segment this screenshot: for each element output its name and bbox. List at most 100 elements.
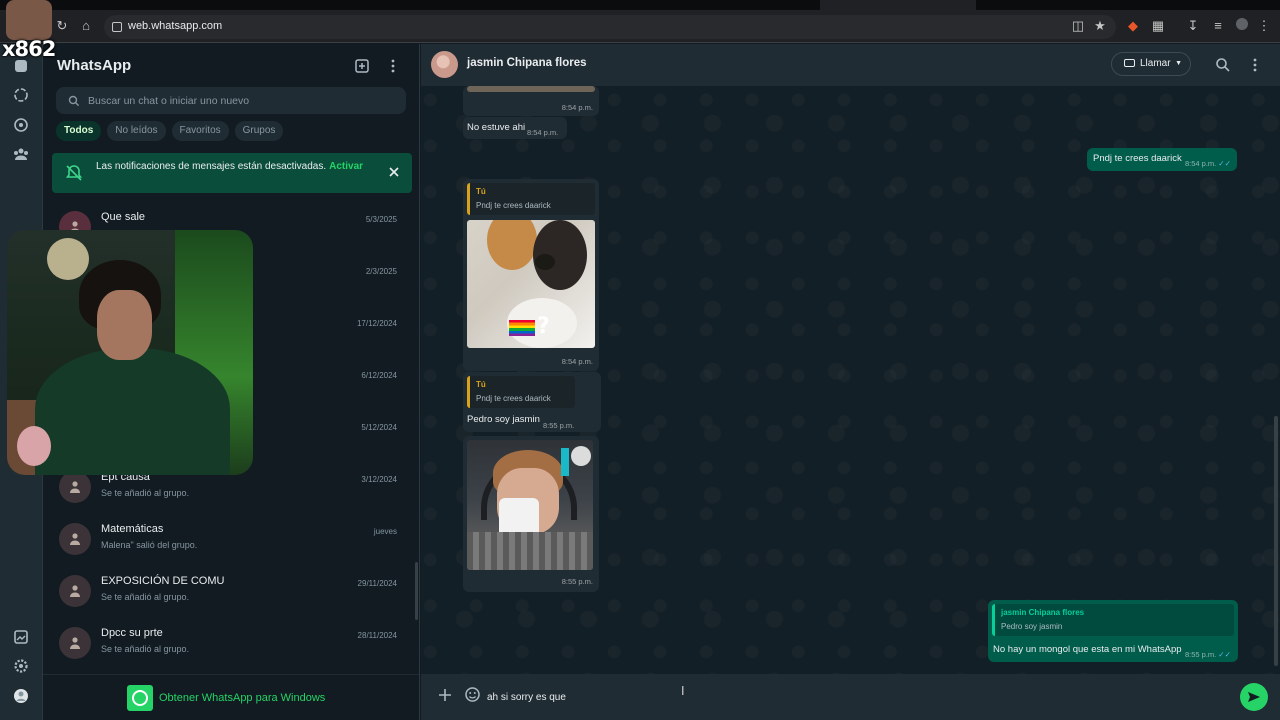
call-label: Llamar (1140, 58, 1171, 69)
webcam-person-body (35, 348, 230, 475)
profile-avatar[interactable] (12, 687, 30, 705)
browser-menu-icon[interactable]: ⋮ (1256, 18, 1272, 34)
download-icon[interactable]: ↧ (1185, 18, 1201, 34)
quoted-message[interactable]: jasmin Chipana flores Pedro soy jasmin (992, 604, 1234, 636)
conversation-scrollbar[interactable] (1274, 416, 1278, 666)
message-time: 8:55 p.m. (543, 421, 575, 430)
conversation-header[interactable]: jasmin Chipana flores Llamar ▼ (421, 44, 1280, 86)
address-bar[interactable]: web.whatsapp.com (104, 15, 1116, 39)
settings-gear-icon[interactable] (12, 657, 30, 675)
quoted-message[interactable]: Tú Pndj te crees daarick (467, 183, 595, 215)
notifications-off-banner: Las notificaciones de mensajes están des… (52, 153, 412, 193)
emoji-sticker-icon[interactable] (464, 686, 481, 703)
media-control-icon[interactable]: ≡ (1210, 18, 1226, 34)
filter-groups[interactable]: Grupos (234, 121, 284, 141)
message-incoming[interactable]: Tú Pndj te crees daarick Pedro soy jasmi… (463, 372, 601, 432)
new-chat-icon[interactable] (354, 58, 370, 74)
attach-plus-icon[interactable] (438, 688, 452, 702)
extension-icon[interactable]: ◆ (1125, 18, 1141, 34)
app-title: WhatsApp (57, 57, 132, 74)
message-incoming-image[interactable]: 8:55 p.m. (463, 436, 599, 592)
group-avatar (59, 575, 91, 607)
rainbow-flag-icon (509, 320, 535, 336)
filter-unread[interactable]: No leídos (107, 121, 166, 141)
browser-tab[interactable] (510, 0, 660, 10)
menu-kebab-icon[interactable] (385, 58, 401, 74)
shared-image[interactable] (467, 86, 595, 92)
activate-link[interactable]: Activar (329, 161, 363, 172)
chat-item[interactable]: Matemáticas Malena" salió del grupo. jue… (43, 513, 413, 565)
group-icon (67, 532, 83, 546)
browser-tab[interactable] (660, 0, 820, 10)
streamer-label: x862 (2, 37, 56, 61)
contact-name[interactable]: jasmin Chipana flores (467, 57, 587, 69)
chat-date: jueves (373, 527, 397, 536)
shared-image-cat[interactable]: ? (467, 220, 595, 348)
message-area[interactable]: 8:54 p.m. No estuve ahi 8:54 p.m. Pndj t… (421, 86, 1280, 674)
quoted-text: Pndj te crees daarick (476, 394, 551, 403)
webcam-overlay (7, 230, 253, 475)
group-icon (67, 636, 83, 650)
group-avatar (59, 523, 91, 555)
conversation-panel: jasmin Chipana flores Llamar ▼ 8:54 p.m.… (421, 44, 1280, 720)
extensions-puzzle-icon[interactable]: ▦ (1150, 18, 1166, 34)
shared-image-person[interactable] (467, 440, 593, 570)
quoted-author: Tú (476, 187, 486, 196)
browser-tab[interactable] (210, 0, 360, 10)
streamer-tag: x862 (0, 0, 58, 62)
get-app-banner[interactable]: Obtener WhatsApp para Windows (43, 674, 419, 720)
message-time: 8:54 p.m. (527, 128, 559, 137)
search-input[interactable] (88, 87, 388, 114)
quoted-message[interactable]: Tú Pndj te crees daarick (467, 376, 575, 408)
search-icon[interactable] (1215, 57, 1231, 73)
quoted-text: Pndj te crees daarick (476, 201, 551, 210)
quoted-text: Pedro soy jasmin (1001, 622, 1063, 631)
send-button[interactable] (1240, 683, 1268, 711)
chat-item[interactable]: Dpcc su prte Se te añadió al grupo. 28/1… (43, 617, 413, 669)
call-button[interactable]: Llamar ▼ (1111, 52, 1191, 76)
message-input[interactable] (487, 683, 1227, 711)
message-incoming-image[interactable]: 8:54 p.m. (463, 86, 599, 116)
webcam-sticker (17, 426, 51, 466)
install-app-icon[interactable]: ◫ (1070, 18, 1086, 34)
chat-preview: Se te añadió al grupo. (101, 644, 190, 654)
notice-text-line: Las notificaciones de mensajes están des… (96, 161, 363, 172)
get-app-link[interactable]: Obtener WhatsApp para Windows (159, 692, 325, 704)
bookmark-star-icon[interactable]: ★ (1092, 18, 1108, 34)
message-incoming-image[interactable]: Tú Pndj te crees daarick ? 8:54 p.m. (463, 179, 599, 371)
browser-tab[interactable] (60, 0, 210, 10)
filter-all[interactable]: Todos (56, 121, 102, 141)
home-icon[interactable]: ⌂ (78, 18, 94, 34)
bell-off-icon (64, 163, 84, 183)
chat-item[interactable]: EXPOSICIÓN DE COMU Se te añadió al grupo… (43, 565, 413, 617)
chat-date: 5/12/2024 (361, 423, 397, 432)
profile-avatar-icon[interactable] (1234, 18, 1250, 34)
chat-date: 17/12/2024 (356, 319, 397, 328)
close-icon[interactable] (388, 165, 400, 177)
status-icon[interactable] (12, 86, 30, 104)
media-gallery-icon[interactable] (12, 628, 30, 646)
message-outgoing[interactable]: jasmin Chipana flores Pedro soy jasmin N… (988, 600, 1238, 662)
webcam-microphone (47, 238, 89, 280)
browser-tab-whatsapp[interactable] (820, 0, 976, 10)
chat-list-scrollbar[interactable] (415, 562, 418, 620)
browser-tab[interactable] (360, 0, 510, 10)
message-time-value: 8:55 p.m. (1185, 650, 1217, 659)
site-info-icon[interactable] (112, 22, 122, 32)
filter-favorites[interactable]: Favoritos (171, 121, 229, 141)
message-incoming[interactable]: No estuve ahi 8:54 p.m. (463, 117, 567, 139)
chat-preview: Se te añadió al grupo. (101, 592, 190, 602)
chat-preview: Se te añadió al grupo. (101, 488, 190, 498)
search-box[interactable] (56, 87, 406, 114)
message-outgoing[interactable]: Pndj te crees daarick 8:54 p.m. ✓✓ (1087, 148, 1237, 171)
chat-date: 28/11/2024 (357, 631, 397, 640)
video-camera-icon (1124, 59, 1135, 67)
channels-icon[interactable] (12, 116, 30, 134)
send-icon (1248, 692, 1260, 702)
quoted-author: jasmin Chipana flores (1001, 608, 1085, 617)
contact-avatar[interactable] (431, 51, 458, 78)
search-icon (68, 94, 80, 107)
communities-icon[interactable] (12, 145, 30, 163)
menu-kebab-icon[interactable] (1247, 57, 1263, 73)
chat-date: 29/11/2024 (357, 579, 397, 588)
